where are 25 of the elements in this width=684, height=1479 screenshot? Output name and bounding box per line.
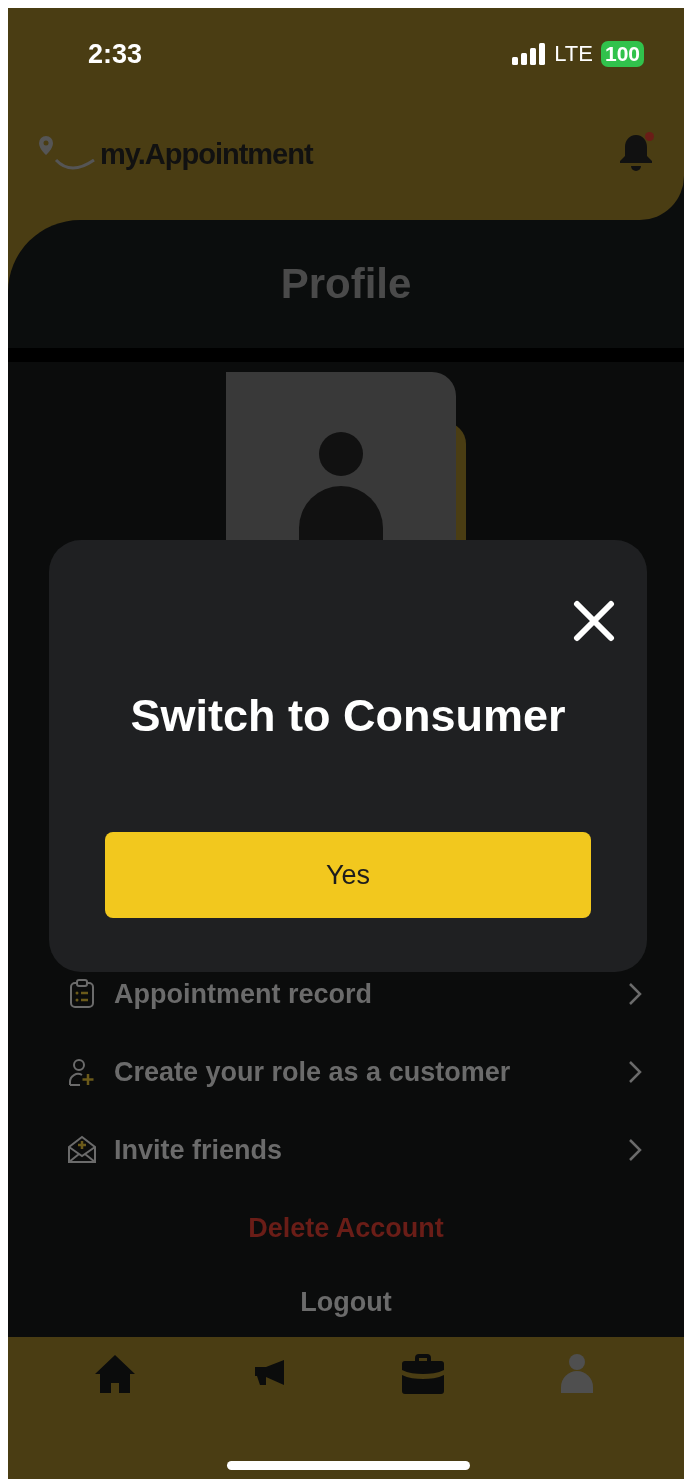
home-icon xyxy=(93,1353,137,1395)
menu-item[interactable]: Appointment record xyxy=(114,978,612,1010)
clipboard-icon xyxy=(69,979,95,1010)
yes-button[interactable]: Yes xyxy=(105,832,591,918)
chevron-right-icon xyxy=(628,1138,642,1163)
logout-link[interactable]: Logout xyxy=(300,1286,392,1318)
chevron-right-icon xyxy=(628,982,642,1007)
dialog-title: Switch to Consumer xyxy=(130,690,566,742)
status-time: 2:33 xyxy=(88,38,143,70)
add-user-icon xyxy=(68,1057,96,1088)
briefcase-icon xyxy=(401,1353,445,1395)
bell-icon[interactable] xyxy=(618,132,654,172)
menu-item[interactable]: Invite friends xyxy=(114,1134,612,1166)
close-icon xyxy=(573,600,615,642)
avatar-icon xyxy=(299,432,383,542)
close-button[interactable] xyxy=(573,600,615,642)
menu-item[interactable]: Create your role as a customer xyxy=(114,1056,612,1088)
chevron-right-icon xyxy=(628,1060,642,1085)
signal-icon xyxy=(512,43,547,65)
person-icon xyxy=(561,1353,593,1395)
battery-badge: 100 xyxy=(600,41,644,67)
mail-plus-icon xyxy=(67,1135,97,1166)
network-label: LTE xyxy=(554,41,593,67)
app-logo: my.Appointment xyxy=(100,137,313,171)
page-title: Profile xyxy=(280,260,412,308)
